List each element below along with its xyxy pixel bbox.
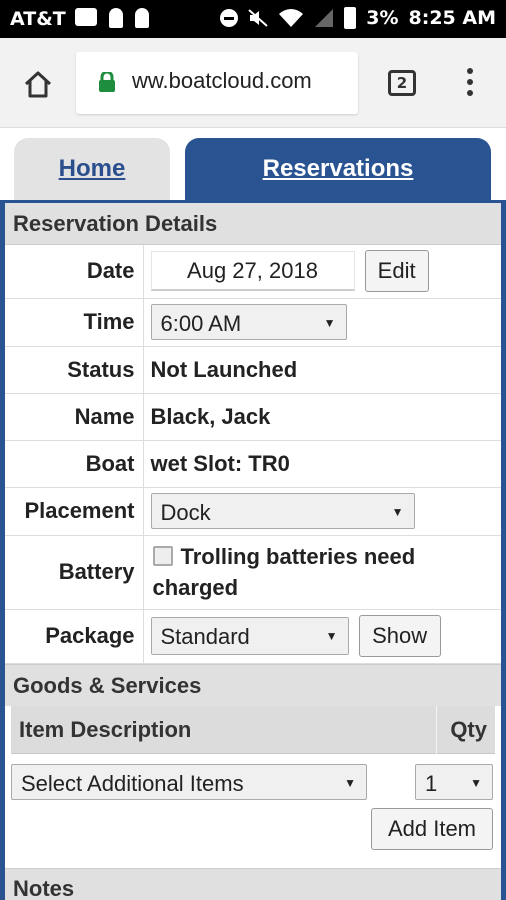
tab-home[interactable]: Home [14,138,170,200]
date-label: Date [5,245,144,299]
qty-column: Qty [450,716,487,742]
wifi-icon [279,9,304,27]
name-value: Black, Jack [143,393,501,441]
message-icon [75,8,97,26]
tab-reservations[interactable]: Reservations [185,138,491,200]
overflow-menu-icon[interactable] [460,68,480,102]
package-select[interactable]: Standard ▼ [150,617,349,655]
package-label: Package [5,609,144,664]
clock: 8:25 AM [408,7,497,29]
dropdown-arrow-icon: ▼ [323,316,336,330]
time-select[interactable]: 6:00 AM ▼ [150,304,347,340]
additional-items-value: Select Additional Items [21,770,244,796]
battery-icon [344,7,357,29]
home-icon[interactable] [22,68,54,100]
dropdown-arrow-icon: ▼ [470,775,482,790]
status-bar: AT&T 3% 8:25 AM [0,0,506,38]
reservation-panel: Reservation Details Date Aug 27, 2018 Ed… [5,203,501,900]
do-not-disturb-icon [220,9,239,27]
url-text: ww.boatcloud.com [132,68,312,93]
reservation-form: Date Aug 27, 2018 Edit Time 6:00 AM ▼ St… [5,245,501,664]
time-value: 6:00 AM [160,311,242,336]
goods-table-header: Item Description Qty [11,705,495,754]
mute-icon [248,9,268,27]
dropdown-arrow-icon: ▼ [325,629,338,643]
goods-services-header: Goods & Services [5,663,501,706]
add-item-button[interactable]: Add Item [371,807,493,850]
reservation-details-header: Reservation Details [5,203,501,245]
browser-toolbar: ww.boatcloud.com 2 [0,38,506,128]
battery-percent: 3% [366,7,399,29]
carrier-label: AT&T [10,8,66,30]
item-description-column: Item Description [19,716,192,742]
tab-switcher-button[interactable]: 2 [388,70,416,96]
qty-select[interactable]: 1 ▼ [415,763,493,800]
placement-select[interactable]: Dock ▼ [150,493,415,529]
package-value: Standard [160,624,250,649]
notes-header: Notes [5,868,501,900]
lock-icon [99,72,115,92]
dropdown-arrow-icon: ▼ [344,775,356,790]
placement-label: Placement [5,487,144,536]
date-field[interactable]: Aug 27, 2018 [150,251,355,292]
battery-label: Battery [5,535,144,610]
address-bar[interactable]: ww.boatcloud.com [76,52,358,114]
status-value: Not Launched [143,346,501,394]
system-icons: 3% 8:25 AM [220,7,496,29]
boat-label: Boat [5,440,144,488]
web-page: Home Reservations Reservation Details Da… [0,128,506,900]
battery-checkbox-label: Trolling batteries need charged [152,544,416,600]
time-label: Time [5,298,144,347]
battery-checkbox[interactable] [152,546,173,566]
notification-icons [75,8,149,28]
additional-items-select[interactable]: Select Additional Items ▼ [11,763,367,800]
keyhole-icon [109,8,123,28]
name-label: Name [5,393,144,441]
edit-date-button[interactable]: Edit [364,250,429,293]
boat-value: wet Slot: TR0 [143,440,501,488]
dropdown-arrow-icon: ▼ [391,505,404,519]
keyhole-icon [135,8,149,28]
show-package-button[interactable]: Show [358,615,441,657]
signal-icon [315,9,334,27]
placement-value: Dock [160,500,211,525]
qty-value: 1 [425,770,438,796]
content-frame: Reservation Details Date Aug 27, 2018 Ed… [0,200,506,900]
status-label: Status [5,346,144,394]
